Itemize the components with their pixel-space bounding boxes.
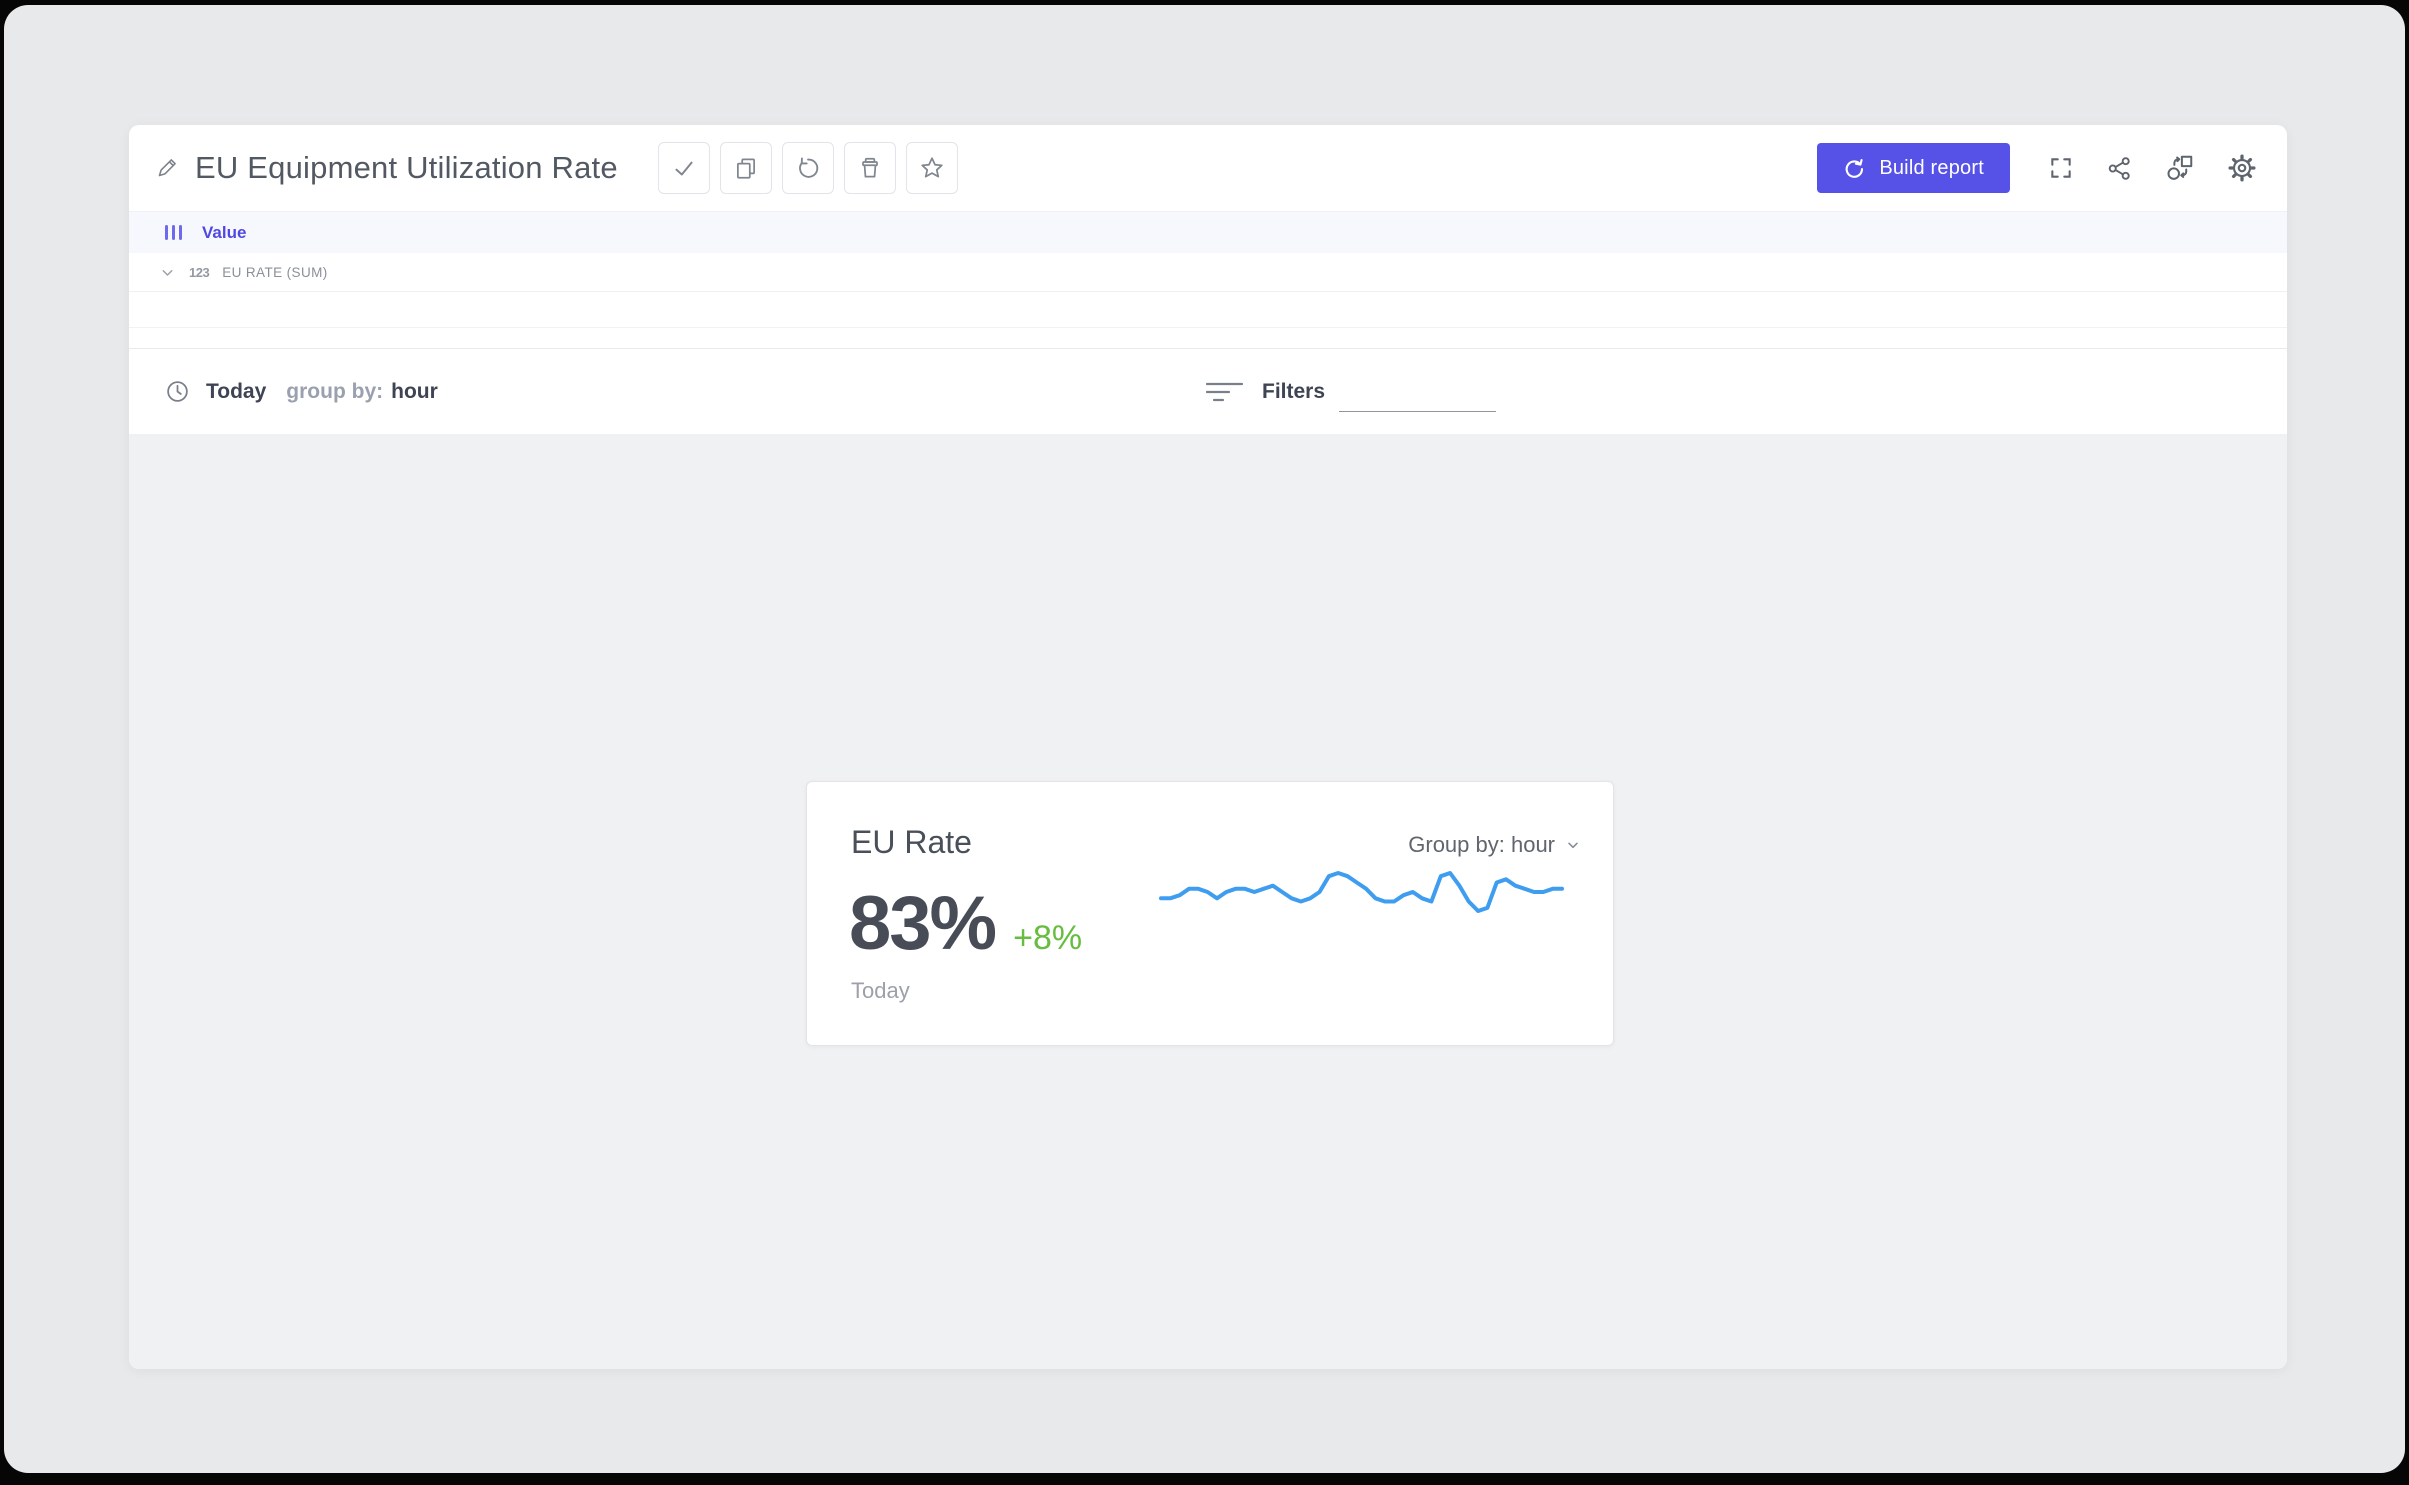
check-icon: [671, 155, 697, 181]
page-title: EU Equipment Utilization Rate: [195, 150, 618, 186]
refresh-icon: [1843, 157, 1866, 180]
kpi-group-by-dropdown[interactable]: Group by: hour: [1408, 832, 1581, 858]
header-icon-group: [2048, 153, 2257, 183]
filters-group: Filters: [1206, 349, 1496, 434]
star-icon: [919, 155, 945, 181]
value-section-label: Value: [202, 223, 246, 243]
value-field-row[interactable]: 123 EU RATE (SUM): [129, 253, 2287, 292]
edit-title-pencil-icon[interactable]: [155, 156, 179, 180]
period-selector[interactable]: Today group by: hour: [165, 379, 438, 404]
report-toolbar: [658, 142, 958, 194]
panel-header: EU Equipment Utilization Rate: [129, 125, 2287, 211]
group-by-label: group by:: [286, 380, 383, 404]
switch-visualization-icon[interactable]: [2165, 153, 2195, 183]
value-field-label: EU RATE (SUM): [222, 265, 327, 280]
kpi-value: 83%: [849, 886, 995, 962]
fullscreen-icon[interactable]: [2048, 155, 2074, 181]
build-report-label: Build report: [1879, 157, 1984, 180]
kpi-card: EU Rate Group by: hour 83% +8%: [806, 781, 1614, 1046]
filters-input[interactable]: [1339, 386, 1496, 412]
kpi-value-row: 83% +8%: [849, 886, 1082, 962]
kpi-period: Today: [851, 978, 910, 1004]
kpi-delta: +8%: [1013, 919, 1082, 958]
reset-button[interactable]: [782, 142, 834, 194]
numeric-field-icon: 123: [189, 265, 209, 280]
filter-icon: [1206, 378, 1244, 406]
sparkline: [1156, 868, 1567, 916]
favorite-button[interactable]: [906, 142, 958, 194]
filters-label: Filters: [1262, 380, 1325, 404]
copy-icon: [733, 155, 759, 181]
kpi-card-title: EU Rate: [851, 824, 972, 861]
empty-field-row: [129, 292, 2287, 328]
kpi-group-by-label: Group by: hour: [1408, 832, 1555, 858]
group-by-value[interactable]: hour: [391, 380, 438, 404]
section-gap: [129, 328, 2287, 348]
trash-icon: [857, 155, 883, 181]
gear-icon[interactable]: [2227, 153, 2257, 183]
columns-icon: [165, 225, 182, 240]
time-filter-bar: Today group by: hour Filters: [129, 349, 2287, 434]
delete-button[interactable]: [844, 142, 896, 194]
report-panel: EU Equipment Utilization Rate: [129, 125, 2287, 1369]
period-label: Today: [206, 380, 266, 404]
rotate-icon: [795, 155, 821, 181]
duplicate-button[interactable]: [720, 142, 772, 194]
share-icon[interactable]: [2106, 155, 2133, 182]
apply-button[interactable]: [658, 142, 710, 194]
report-canvas: EU Rate Group by: hour 83% +8%: [129, 434, 2287, 1369]
value-section-header: Value: [129, 211, 2287, 253]
clock-icon: [165, 379, 190, 404]
sparkline-container: [1156, 868, 1567, 916]
build-report-button[interactable]: Build report: [1817, 143, 2010, 193]
chevron-down-icon: [1565, 837, 1581, 853]
desktop-background: EU Equipment Utilization Rate: [4, 5, 2405, 1473]
chevron-down-icon[interactable]: [159, 264, 176, 281]
